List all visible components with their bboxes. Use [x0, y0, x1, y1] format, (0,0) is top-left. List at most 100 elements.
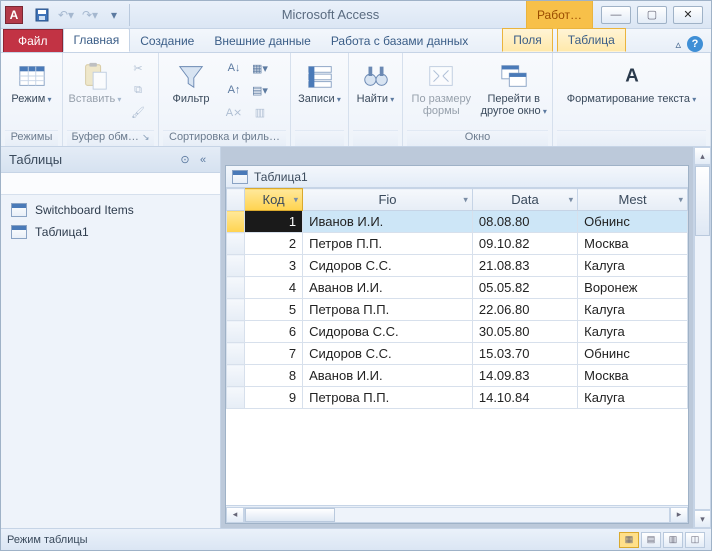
cell-fio[interactable]: Петрова П.П. — [303, 387, 473, 409]
data-grid[interactable]: Код▾Fio▾Data▾Mest▾ 1Иванов И.И.08.08.80О… — [226, 188, 688, 409]
help-icon[interactable]: ? — [687, 36, 703, 52]
cut-icon[interactable]: ✂ — [127, 58, 149, 78]
row-header[interactable] — [227, 299, 245, 321]
records-button[interactable]: Записи — [295, 58, 344, 106]
view-pivotchart-icon[interactable]: ▥ — [663, 532, 683, 548]
cell-code[interactable]: 3 — [245, 255, 303, 277]
horizontal-scrollbar[interactable]: ◂ ▸ — [226, 505, 688, 523]
toggle-filter-icon[interactable]: ▥ — [249, 102, 271, 122]
row-header[interactable] — [227, 343, 245, 365]
column-filter-icon[interactable]: ▾ — [569, 194, 574, 205]
qat-redo-icon[interactable]: ↷▾ — [79, 5, 101, 25]
qat-customize-icon[interactable]: ▾ — [103, 5, 125, 25]
cell-mesto[interactable]: Калуга — [578, 299, 688, 321]
cell-fio[interactable]: Сидоров С.С. — [303, 255, 473, 277]
subwindow-titlebar[interactable]: Таблица1 — [226, 166, 688, 188]
close-button[interactable]: ✕ — [673, 6, 703, 24]
scroll-down-icon[interactable]: ▾ — [694, 510, 711, 528]
row-header[interactable] — [227, 211, 245, 233]
column-header[interactable]: Mest▾ — [578, 189, 688, 211]
cell-data[interactable]: 30.05.80 — [472, 321, 577, 343]
scroll-right-icon[interactable]: ▸ — [670, 507, 688, 523]
column-filter-icon[interactable]: ▾ — [294, 194, 299, 205]
cell-fio[interactable]: Петрова П.П. — [303, 299, 473, 321]
cell-data[interactable]: 22.06.80 — [472, 299, 577, 321]
switch-window-button[interactable]: Перейти в другое окно — [480, 58, 549, 117]
cell-code[interactable]: 4 — [245, 277, 303, 299]
cell-mesto[interactable]: Калуга — [578, 321, 688, 343]
table-row[interactable]: 1Иванов И.И.08.08.80Обнинс — [227, 211, 688, 233]
format-painter-icon[interactable]: 🖌 — [127, 102, 149, 122]
table-row[interactable]: 8Аванов И.И.14.09.83Москва — [227, 365, 688, 387]
sort-desc-icon[interactable]: A↑ — [223, 80, 245, 100]
cell-data[interactable]: 21.08.83 — [472, 255, 577, 277]
nav-search[interactable] — [1, 173, 220, 195]
table-row[interactable]: 3Сидоров С.С.21.08.83Калуга — [227, 255, 688, 277]
nav-item-switchboard[interactable]: Switchboard Items — [1, 199, 220, 221]
cell-data[interactable]: 15.03.70 — [472, 343, 577, 365]
table-row[interactable]: 5Петрова П.П.22.06.80Калуга — [227, 299, 688, 321]
scroll-track[interactable] — [694, 165, 711, 510]
row-header[interactable] — [227, 387, 245, 409]
ribbon-collapse-icon[interactable]: ▵ — [675, 38, 681, 51]
group-clipboard-label[interactable]: Буфер обм… — [67, 130, 154, 146]
scroll-track[interactable] — [244, 507, 670, 523]
view-design-icon[interactable]: ◫ — [685, 532, 705, 548]
nav-collapse-icon[interactable]: « — [194, 151, 212, 169]
cell-code[interactable]: 8 — [245, 365, 303, 387]
cell-mesto[interactable]: Воронеж — [578, 277, 688, 299]
cell-fio[interactable]: Иванов И.И. — [303, 211, 473, 233]
cell-mesto[interactable]: Калуга — [578, 387, 688, 409]
find-button[interactable]: Найти — [353, 58, 398, 106]
cell-data[interactable]: 14.10.84 — [472, 387, 577, 409]
nav-header[interactable]: Таблицы ⊙ « — [1, 147, 220, 173]
cell-code[interactable]: 5 — [245, 299, 303, 321]
cell-code[interactable]: 6 — [245, 321, 303, 343]
cell-code[interactable]: 9 — [245, 387, 303, 409]
advanced-filter-icon[interactable]: ▤▾ — [249, 80, 271, 100]
clear-sort-icon[interactable]: A⨯ — [223, 102, 245, 122]
cell-code[interactable]: 2 — [245, 233, 303, 255]
column-filter-icon[interactable]: ▾ — [678, 194, 683, 205]
paste-button[interactable]: Вставить — [67, 58, 123, 106]
access-app-icon[interactable]: A — [5, 6, 23, 24]
table-row[interactable]: 7Сидоров С.С.15.03.70Обнинс — [227, 343, 688, 365]
cell-data[interactable]: 09.10.82 — [472, 233, 577, 255]
cell-code[interactable]: 7 — [245, 343, 303, 365]
text-format-button[interactable]: A Форматирование текста — [557, 58, 706, 106]
column-header[interactable]: Код▾ — [245, 189, 303, 211]
row-header[interactable] — [227, 233, 245, 255]
minimize-button[interactable]: — — [601, 6, 631, 24]
row-header[interactable] — [227, 321, 245, 343]
row-header[interactable] — [227, 255, 245, 277]
scroll-thumb[interactable] — [695, 166, 710, 236]
view-datasheet-icon[interactable]: ▦ — [619, 532, 639, 548]
cell-mesto[interactable]: Москва — [578, 365, 688, 387]
view-pivottable-icon[interactable]: ▤ — [641, 532, 661, 548]
nav-item-table1[interactable]: Таблица1 — [1, 221, 220, 243]
cell-fio[interactable]: Сидорова С.С. — [303, 321, 473, 343]
table-row[interactable]: 9Петрова П.П.14.10.84Калуга — [227, 387, 688, 409]
tab-create[interactable]: Создание — [130, 30, 204, 52]
table-row[interactable]: 2Петров П.П.09.10.82Москва — [227, 233, 688, 255]
select-all-cell[interactable] — [227, 189, 245, 211]
column-header[interactable]: Fio▾ — [303, 189, 473, 211]
tab-home[interactable]: Главная — [63, 28, 131, 52]
cell-mesto[interactable]: Обнинс — [578, 343, 688, 365]
scroll-thumb[interactable] — [245, 508, 335, 522]
cell-fio[interactable]: Сидоров С.С. — [303, 343, 473, 365]
tab-table[interactable]: Таблица — [557, 28, 626, 52]
nav-dropdown-icon[interactable]: ⊙ — [176, 151, 194, 169]
filter-button[interactable]: Фильтр — [163, 58, 219, 106]
cell-mesto[interactable]: Москва — [578, 233, 688, 255]
selection-filter-icon[interactable]: ▦▾ — [249, 58, 271, 78]
table-row[interactable]: 6Сидорова С.С.30.05.80Калуга — [227, 321, 688, 343]
column-header[interactable]: Data▾ — [472, 189, 577, 211]
cell-mesto[interactable]: Калуга — [578, 255, 688, 277]
cell-fio[interactable]: Аванов И.И. — [303, 365, 473, 387]
cell-fio[interactable]: Аванов И.И. — [303, 277, 473, 299]
sort-asc-icon[interactable]: A↓ — [223, 58, 245, 78]
scroll-left-icon[interactable]: ◂ — [226, 507, 244, 523]
cell-data[interactable]: 05.05.82 — [472, 277, 577, 299]
fit-form-button[interactable]: По размеру формы — [407, 58, 476, 117]
